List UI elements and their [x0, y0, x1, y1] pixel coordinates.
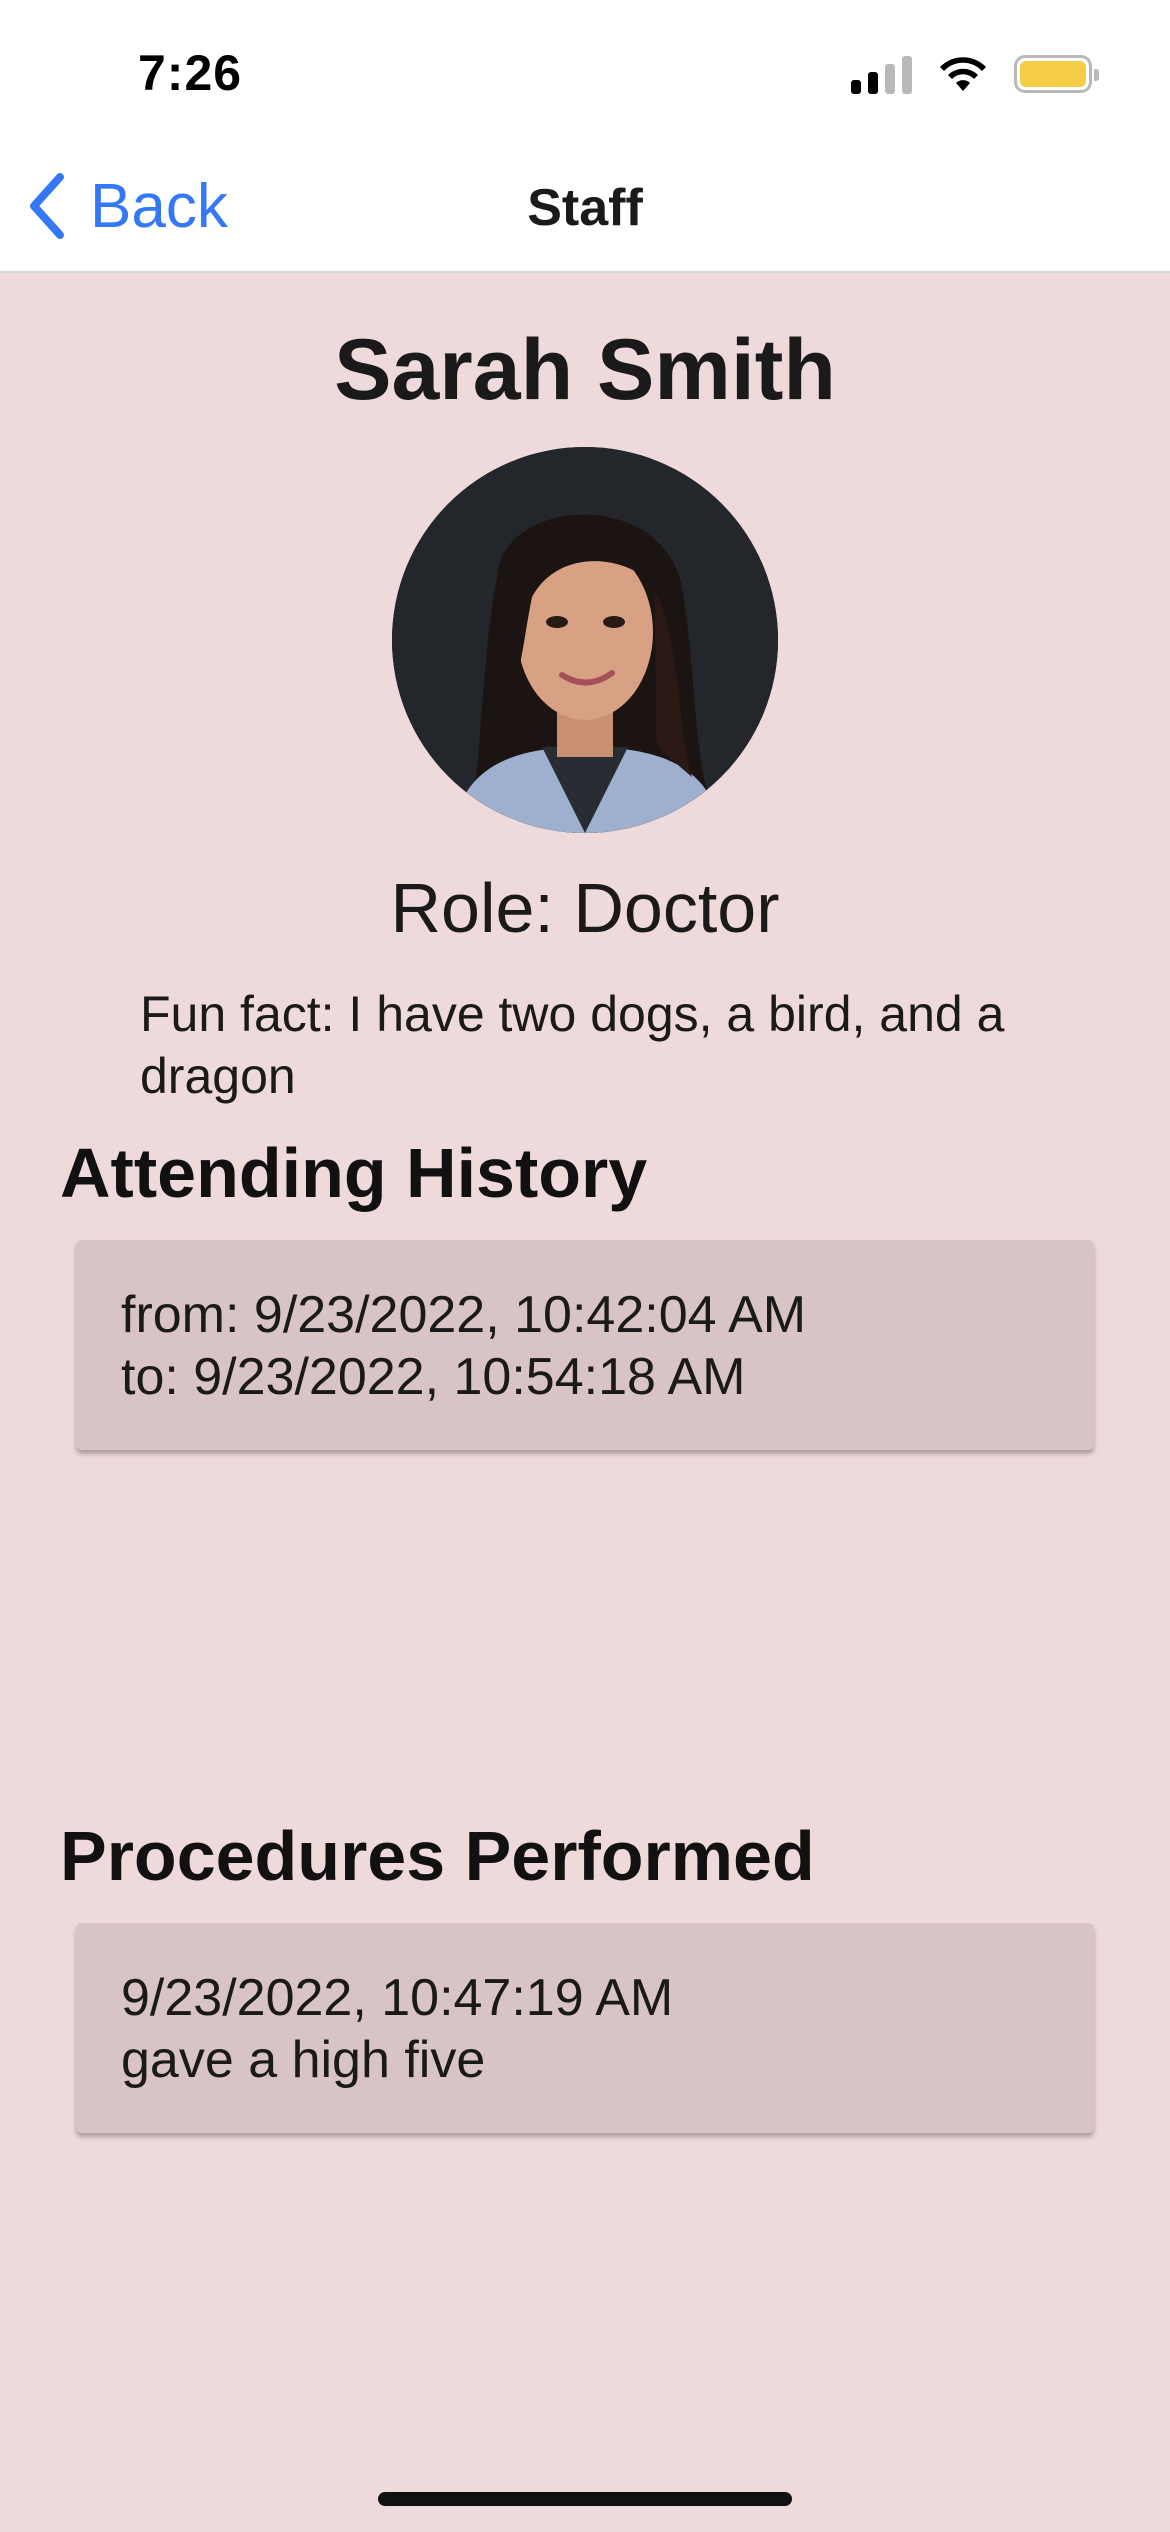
- procedure-time: 9/23/2022, 10:47:19 AM: [121, 1969, 674, 2027]
- attending-history-card: from: 9/23/2022, 10:42:04 AM to: 9/23/20…: [76, 1240, 1094, 1450]
- status-icons: [851, 54, 1099, 94]
- procedure-description: gave a high five: [121, 2031, 486, 2089]
- battery-icon: [1014, 55, 1099, 93]
- staff-role: Role: Doctor: [390, 869, 780, 947]
- attending-history-heading: Attending History: [60, 1134, 648, 1212]
- home-indicator[interactable]: [378, 2492, 792, 2506]
- page-title: Staff: [527, 179, 643, 237]
- wifi-icon: [940, 57, 986, 91]
- status-bar: 7:26: [0, 0, 1170, 150]
- status-time: 7:26: [138, 45, 243, 101]
- cellular-signal-icon: [851, 54, 912, 94]
- staff-name: Sarah Smith: [334, 322, 836, 418]
- procedures-heading: Procedures Performed: [60, 1817, 815, 1895]
- attending-to: to: 9/23/2022, 10:54:18 AM: [121, 1348, 746, 1406]
- procedure-card: 9/23/2022, 10:47:19 AM gave a high five: [76, 1923, 1094, 2133]
- attending-from: from: 9/23/2022, 10:42:04 AM: [121, 1286, 807, 1344]
- fun-fact: Fun fact: I have two dogs, a bird, and a…: [140, 986, 1005, 1104]
- avatar-photo: [392, 447, 778, 833]
- avatar: [392, 447, 778, 833]
- navigation-bar: Back Staff: [0, 150, 1170, 273]
